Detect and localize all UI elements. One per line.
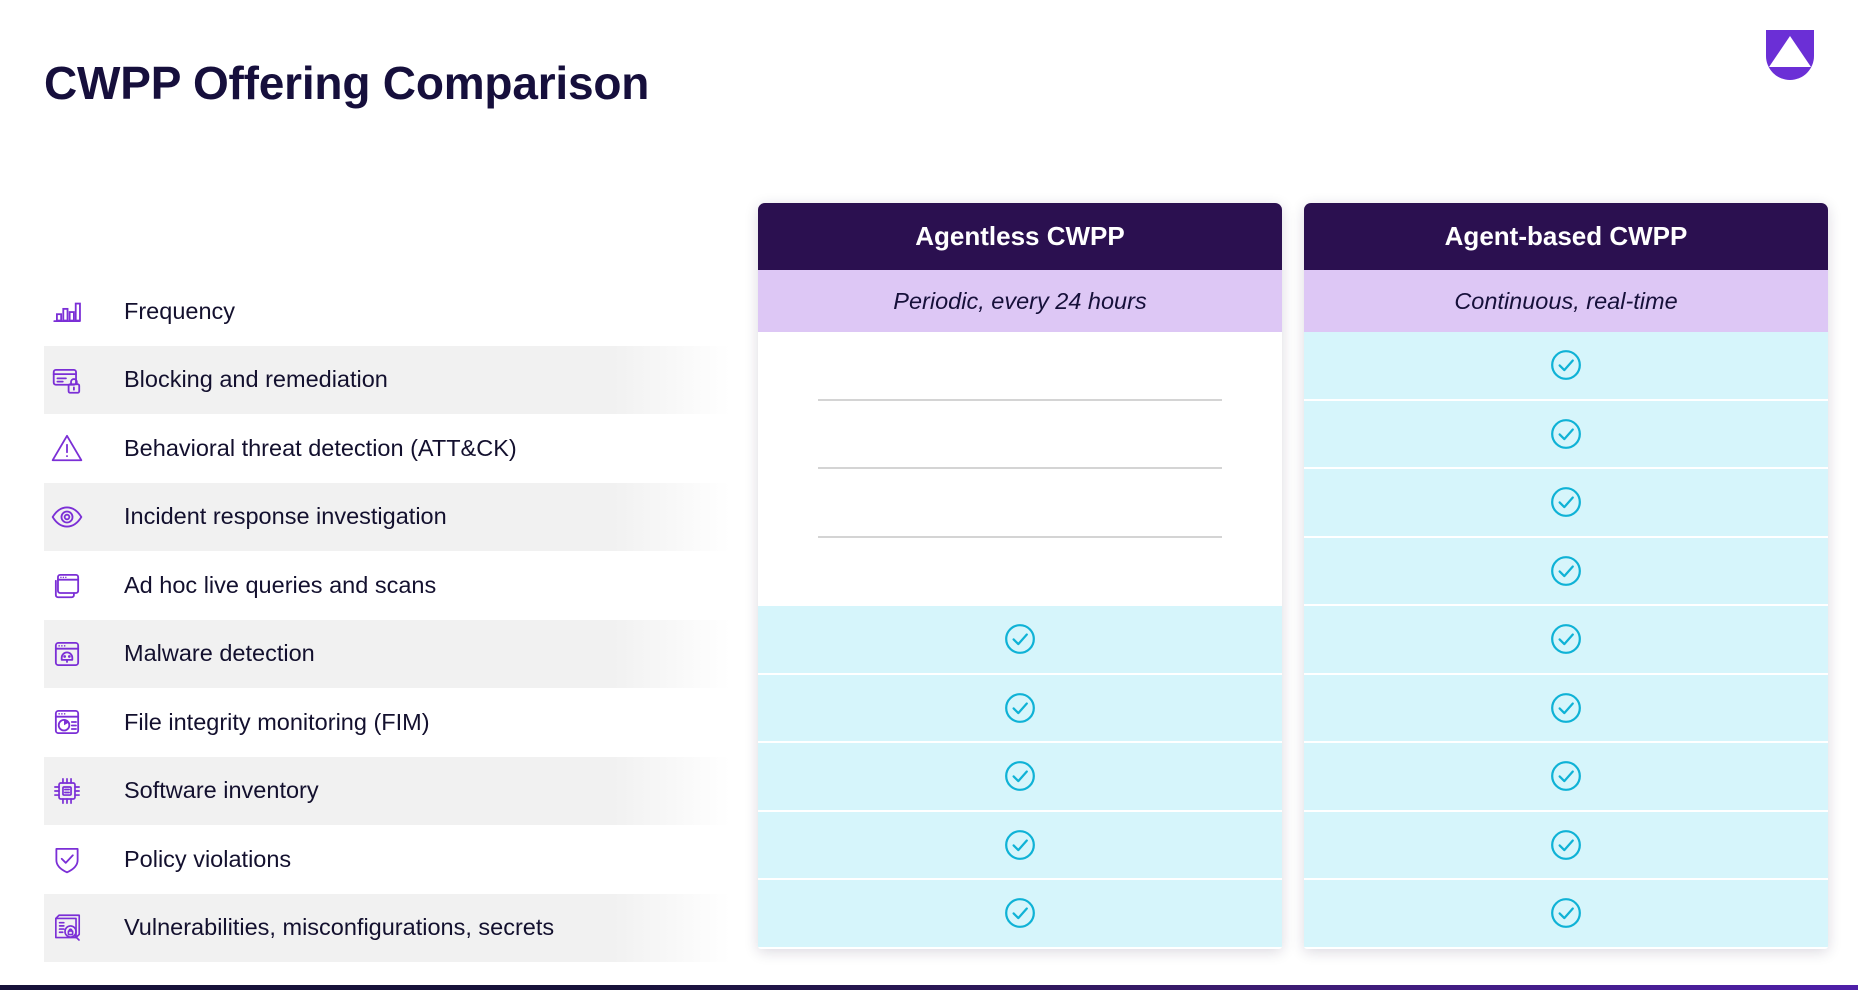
feature-label: Behavioral threat detection (ATT&CK) (124, 434, 517, 461)
feature-label: Blocking and remediation (124, 366, 388, 393)
warning-triangle-icon (46, 427, 88, 469)
column-body-agent-based (1304, 332, 1828, 949)
table-row: Ad hoc live queries and scans (0, 551, 730, 620)
column-card-agentless: Agentless CWPP Periodic, every 24 hours (758, 203, 1282, 949)
circle-check-icon (1551, 555, 1581, 586)
cell-agent-based-incident-response (1304, 469, 1828, 538)
windows-stack-icon (46, 564, 88, 606)
column-header-agentless: Agentless CWPP (758, 203, 1282, 270)
cell-agent-based-behavioral (1304, 400, 1828, 469)
cell-agentless-ad-hoc (758, 537, 1282, 606)
circle-check-icon (1005, 692, 1035, 723)
table-row: Frequency (0, 277, 730, 346)
cell-agentless-fim (758, 674, 1282, 743)
circle-check-icon (1005, 829, 1035, 860)
cell-agentless-incident-response (758, 469, 1282, 538)
column-subhead-agent-based: Continuous, real-time (1304, 270, 1828, 332)
table-row: Vulnerabilities, misconfigurations, secr… (0, 893, 730, 963)
circle-check-icon (1551, 898, 1581, 929)
column-body-agentless (758, 332, 1282, 949)
bottom-accent-rule (0, 985, 1858, 990)
circle-check-icon (1005, 761, 1035, 792)
table-row: File integrity monitoring (FIM) (0, 688, 730, 757)
table-row: Behavioral threat detection (ATT&CK) (0, 414, 730, 483)
column-header-agent-based: Agent-based CWPP (1304, 203, 1828, 270)
cell-agentless-blocking (758, 332, 1282, 401)
cell-agentless-malware (758, 606, 1282, 675)
table-row: Blocking and remediation (0, 345, 730, 415)
eye-icon (46, 496, 88, 538)
cell-agent-based-vulnerabilities (1304, 880, 1828, 949)
circle-check-icon (1551, 487, 1581, 518)
cell-agentless-policy-violations (758, 811, 1282, 880)
column-subhead-agentless: Periodic, every 24 hours (758, 270, 1282, 332)
slide-canvas: CWPP Offering Comparison Frequency Block… (0, 0, 1858, 990)
browser-chart-icon (46, 701, 88, 743)
feature-label: Frequency (124, 297, 236, 324)
cell-agentless-vulnerabilities (758, 880, 1282, 949)
circle-check-icon (1551, 692, 1581, 723)
circle-check-icon (1005, 898, 1035, 929)
cell-agent-based-fim (1304, 674, 1828, 743)
bar-chart-icon (46, 290, 88, 332)
feature-label: File integrity monitoring (FIM) (124, 708, 430, 735)
circle-check-icon (1551, 418, 1581, 449)
shield-check-icon (46, 838, 88, 880)
browser-skull-icon (46, 633, 88, 675)
feature-label: Software inventory (124, 777, 319, 804)
cell-agent-based-software-inventory (1304, 743, 1828, 812)
server-search-lock-icon (46, 907, 88, 949)
feature-label: Incident response investigation (124, 503, 447, 530)
circle-check-icon (1551, 624, 1581, 655)
column-card-agent-based: Agent-based CWPP Continuous, real-time (1304, 203, 1828, 949)
feature-label-column: Frequency Blocking and remediation Behav… (0, 277, 730, 962)
feature-label: Malware detection (124, 640, 315, 667)
cell-agentless-behavioral (758, 400, 1282, 469)
table-row: Incident response investigation (0, 482, 730, 552)
page-title: CWPP Offering Comparison (44, 57, 650, 109)
card-lock-icon (46, 359, 88, 401)
cell-agent-based-malware (1304, 606, 1828, 675)
cell-agent-based-blocking (1304, 332, 1828, 401)
feature-label: Policy violations (124, 845, 292, 872)
table-row: Software inventory (0, 756, 730, 826)
circle-check-icon (1551, 829, 1581, 860)
circle-check-icon (1551, 350, 1581, 381)
feature-label: Ad hoc live queries and scans (124, 571, 437, 598)
cell-agent-based-policy-violations (1304, 811, 1828, 880)
cell-agentless-software-inventory (758, 743, 1282, 812)
circle-check-icon (1551, 761, 1581, 792)
table-row: Malware detection (0, 619, 730, 689)
company-shield-logo (1762, 26, 1818, 82)
cell-agent-based-ad-hoc (1304, 537, 1828, 606)
table-row: Policy violations (0, 825, 730, 894)
circle-check-icon (1005, 624, 1035, 655)
feature-label: Vulnerabilities, misconfigurations, secr… (124, 914, 555, 941)
cpu-chip-icon (46, 770, 88, 812)
